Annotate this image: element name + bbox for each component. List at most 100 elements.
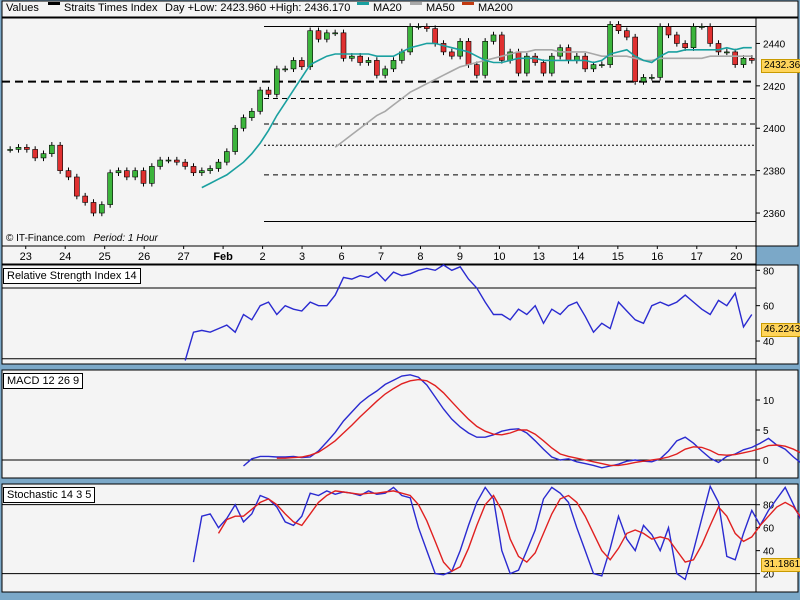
candle-body <box>274 68 280 95</box>
candle-body <box>749 57 755 61</box>
candle-body <box>365 60 372 63</box>
y-tick-label: 0 <box>763 456 769 467</box>
candle-body <box>90 202 97 214</box>
period-label: Period: 1 Hour <box>93 233 158 244</box>
candle-body <box>149 166 155 184</box>
candle-body <box>740 57 747 65</box>
candle-body <box>332 32 338 35</box>
candle-body <box>515 51 522 74</box>
rsi-panel-title: Relative Strength Index 14 <box>3 268 141 284</box>
x-tick-label: 20 <box>730 251 742 263</box>
ma20-legend-label: MA20 <box>373 2 402 14</box>
y-tick-label: 2360 <box>763 209 786 220</box>
ma200-legend-label: MA200 <box>478 2 513 14</box>
ma50-legend-swatch <box>410 2 422 5</box>
candle-body <box>590 64 597 70</box>
candle-body <box>549 55 555 74</box>
candle-body <box>290 60 297 70</box>
price-last-value-tag: 2432.36 <box>761 59 800 73</box>
y-tick-label: 5 <box>763 426 769 437</box>
candle-body <box>657 26 663 78</box>
candle-body <box>674 34 680 44</box>
x-tick-label: 13 <box>533 251 545 263</box>
candle-body <box>640 77 647 82</box>
ma50-legend-label: MA50 <box>426 2 455 14</box>
chart-canvas: 2360238024002420244040608005102040608023… <box>0 0 800 600</box>
candle-body <box>582 55 588 70</box>
candle-body <box>24 147 30 150</box>
candle-body <box>99 204 105 214</box>
x-tick-label: 26 <box>138 251 150 263</box>
candle-body <box>490 34 497 42</box>
y-tick-label: 40 <box>763 547 775 558</box>
candle-body <box>415 26 422 28</box>
x-tick-label: 7 <box>378 251 384 263</box>
macd-panel-title: MACD 12 26 9 <box>3 373 84 389</box>
x-tick-label: 6 <box>338 251 344 263</box>
y-tick-label: 60 <box>763 524 775 535</box>
y-tick-label: 2400 <box>763 124 786 135</box>
candle-body <box>107 172 113 205</box>
candle-body <box>257 89 263 112</box>
candle-body <box>482 41 488 76</box>
candle-body <box>32 149 38 159</box>
y-tick-label: 2420 <box>763 82 786 93</box>
y-tick-label: 80 <box>763 266 775 277</box>
candle-body <box>424 26 430 29</box>
candle-body <box>232 127 238 152</box>
x-tick-label: 15 <box>612 251 624 263</box>
x-tick-label: 14 <box>572 251 584 263</box>
x-tick-label: 3 <box>299 251 305 263</box>
y-tick-label: 10 <box>763 396 775 407</box>
values-label: Values <box>6 2 39 14</box>
candle-body <box>699 26 705 28</box>
candle-body <box>182 161 188 167</box>
candle-body <box>299 60 305 68</box>
panel-axis-area-1 <box>755 264 799 365</box>
candle-body <box>624 30 630 38</box>
candle-body <box>715 43 722 53</box>
candle-body <box>190 166 197 174</box>
ma200-legend-swatch <box>462 2 474 5</box>
candle-body <box>540 62 547 74</box>
candle-body <box>449 51 455 57</box>
candle-body <box>690 26 697 48</box>
chart-footer: © IT-Finance.com Period: 1 Hour <box>6 233 158 244</box>
candle-body <box>732 51 738 65</box>
day-range-readout: Day +Low: 2423.960 +High: 2436.170 <box>165 2 351 14</box>
candle-body <box>315 30 322 40</box>
rsi-last-value-tag: 46.2243 <box>761 323 800 337</box>
candle-body <box>165 159 172 162</box>
x-tick-label: 27 <box>178 251 190 263</box>
y-tick-label: 2380 <box>763 167 786 178</box>
candle-body <box>82 195 88 203</box>
candle-body <box>132 170 138 178</box>
x-tick-label: 10 <box>493 251 505 263</box>
candle-body <box>432 28 438 44</box>
source-label: © IT-Finance.com <box>6 233 86 244</box>
x-tick-label: 8 <box>417 251 423 263</box>
candle-body <box>240 117 247 129</box>
candle-body <box>249 110 255 118</box>
x-tick-label: 25 <box>99 251 111 263</box>
candle-body <box>115 170 122 174</box>
candle-body <box>265 89 272 95</box>
candle-body <box>57 144 63 171</box>
candle-body <box>615 24 622 32</box>
candle-body <box>565 47 572 61</box>
x-tick-label: 9 <box>457 251 463 263</box>
ma20-legend-swatch <box>357 2 369 5</box>
stochastic-panel-title: Stochastic 14 3 5 <box>3 487 96 503</box>
stochastic-last-value-tag: 31.1861 <box>761 558 800 572</box>
candle-body <box>607 24 613 65</box>
candle-body <box>174 159 180 163</box>
candle-body <box>707 26 713 44</box>
y-tick-label: 2440 <box>763 39 786 50</box>
candle-body <box>382 68 388 76</box>
candle-body <box>224 151 230 163</box>
panel-plot-area-3 <box>1 483 757 593</box>
x-tick-label: 2 <box>260 251 266 263</box>
y-tick-label: 40 <box>763 337 775 348</box>
candle-body <box>282 68 288 71</box>
candle-body <box>682 43 688 48</box>
